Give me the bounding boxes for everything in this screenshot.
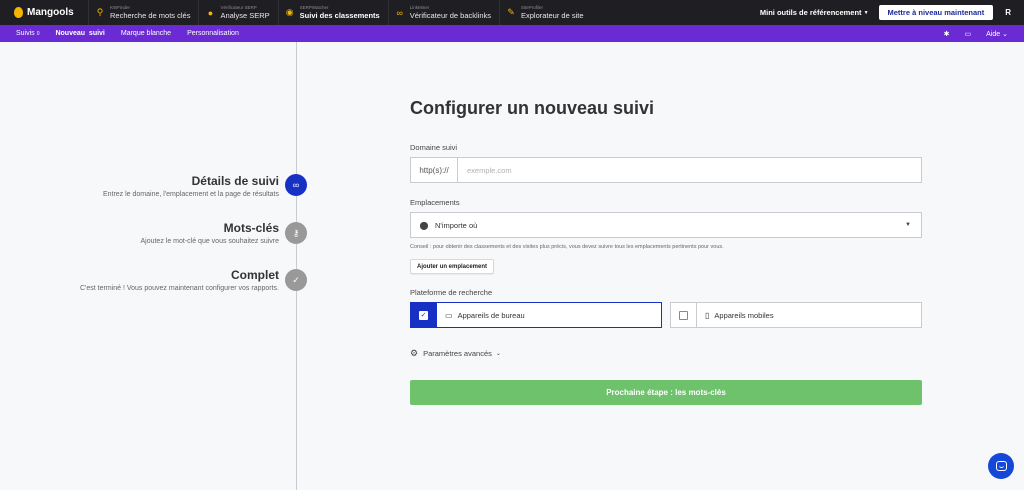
platform-mobile-option[interactable]: ▯ Appareils mobiles	[670, 302, 922, 328]
help-menu[interactable]: Aide ⌄	[986, 30, 1008, 38]
app-kwfinder[interactable]: ⚲ KWFinder Recherche de mots clés	[88, 0, 198, 25]
tracks-count-badge: 0	[36, 30, 40, 37]
mangools-logo-icon	[14, 7, 23, 18]
desktop-label: Appareils de bureau	[457, 310, 525, 320]
advanced-settings-label: Paramètres avancés	[423, 349, 492, 358]
nav-white-label[interactable]: Marque blanche	[113, 30, 179, 37]
step-description: Ajoutez le mot-clé que vous souhaitez su…	[140, 238, 279, 245]
gear-icon: ⚙	[410, 348, 419, 358]
step-title: Complet	[231, 268, 279, 282]
step-complete: Complet C'est terminé ! Vous pouvez main…	[80, 268, 279, 292]
step-tracking-details: Détails de suivi Entrez le domaine, l'em…	[103, 174, 279, 198]
step-key-icon: ⚷	[285, 222, 307, 244]
link-icon: ∞	[396, 7, 403, 18]
step-keywords: Mots-clés Ajoutez le mot-clé que vous so…	[140, 221, 279, 245]
app-name: Recherche de mots clés	[110, 10, 191, 20]
domain-label: Domaine suivi	[410, 143, 458, 152]
app-sub: SiteProfiler	[521, 5, 544, 10]
platform-label: Plateforme de recherche	[410, 288, 493, 297]
step-link-icon: ∞	[285, 174, 307, 196]
step-check-icon: ✓	[285, 269, 307, 291]
mobile-label: Appareils mobiles	[714, 310, 774, 320]
brand-name: Mangools	[27, 7, 74, 18]
chevron-down-icon: ⌄	[1002, 30, 1008, 38]
domain-field: http(s)://	[410, 157, 922, 183]
app-name: Explorateur de site	[521, 10, 584, 20]
app-linkminer[interactable]: ∞ LinkMiner Vérificateur de backlinks	[387, 0, 499, 25]
app-sub: LinkMiner	[409, 5, 430, 10]
advanced-settings-toggle[interactable]: ⚙ Paramètres avancés ⌄	[410, 348, 501, 359]
location-value: N'importe où	[435, 220, 478, 230]
app-serpwatcher[interactable]: ◉ SERPWatcher Suivi des classements	[277, 0, 388, 25]
app-siteprofiler[interactable]: ✎ SiteProfiler Explorateur de site	[499, 0, 592, 25]
upgrade-button[interactable]: Mettre à niveau maintenant	[878, 5, 994, 20]
locations-label: Emplacements	[410, 198, 460, 207]
mobile-phone-icon: ▯	[705, 310, 710, 320]
app-name: Suivi des classements	[299, 10, 380, 20]
desktop-checkbox[interactable]: ✓	[419, 310, 428, 320]
chat-icon	[995, 461, 1007, 471]
location-pin-icon: ⬤	[419, 220, 429, 230]
app-name: Vérificateur de backlinks	[409, 10, 491, 20]
app-sub: SERPWatcher	[299, 5, 329, 10]
app-serpchecker[interactable]: ● Vérificateur SERP Analyse SERP	[198, 0, 277, 25]
chevron-down-icon: ▼	[863, 9, 869, 16]
avatar[interactable]: R	[1005, 8, 1011, 17]
platform-desktop-option[interactable]: ✓ ▭ Appareils de bureau	[410, 302, 662, 328]
mangools-logo[interactable]: Mangools	[0, 0, 88, 25]
settings-icon[interactable]: ✱	[944, 30, 950, 38]
new-tracking-form: Configurer un nouveau suivi	[410, 98, 922, 119]
app-sub: KWFinder	[110, 5, 131, 10]
mini-tools-menu[interactable]: Mini outils de référencement ▼	[760, 8, 869, 17]
mobile-checkbox-cell	[671, 303, 697, 327]
domain-protocol-prefix: http(s)://	[411, 158, 458, 182]
desktop-checkbox-cell: ✓	[411, 303, 437, 327]
step-description: C'est terminé ! Vous pouvez maintenant c…	[80, 285, 279, 292]
mini-tools-label: Mini outils de référencement	[759, 8, 862, 17]
page-title: Configurer un nouveau suivi	[410, 98, 655, 118]
chevron-down-icon: ⌄	[495, 351, 501, 357]
nav-tracks-label: Suivis	[16, 30, 35, 37]
nav-customization[interactable]: Personnalisation	[179, 30, 247, 37]
step-title: Détails de suivi	[191, 174, 279, 188]
next-step-button[interactable]: Prochaine étape : les mots-clés	[410, 380, 922, 405]
location-select[interactable]: ⬤ N'importe où ▼	[410, 212, 922, 238]
nav-new-track[interactable]: Nouveau suivi	[47, 30, 112, 37]
locations-hint: Conseil : pour obtenir des classements e…	[410, 244, 724, 250]
add-location-button[interactable]: Ajouter un emplacement	[410, 259, 495, 274]
app-name: Analyse SERP	[220, 10, 270, 20]
app-switcher: ⚲ KWFinder Recherche de mots clés ● Vérif…	[88, 0, 592, 25]
help-label: Aide	[986, 30, 1001, 38]
caret-down-icon: ▼	[905, 222, 911, 228]
serpwatcher-icon: ◉	[285, 7, 294, 17]
serp-pin-icon: ●	[207, 7, 214, 18]
step-description: Entrez le domaine, l'emplacement et la p…	[102, 191, 279, 198]
kwfinder-icon: ⚲	[96, 7, 104, 17]
sub-navigation: Suivis 0 Nouveau suivi Marque blanche Per…	[0, 25, 1024, 42]
siteprofiler-icon: ✎	[507, 7, 515, 17]
support-chat-button[interactable]	[988, 453, 1014, 479]
mobile-checkbox[interactable]	[679, 310, 688, 320]
steps-divider	[296, 42, 297, 490]
step-title: Mots-clés	[223, 221, 279, 235]
laptop-icon: ▭	[445, 310, 453, 320]
nav-tracks[interactable]: Suivis 0	[0, 30, 47, 37]
top-bar: Mangools ⚲ KWFinder Recherche de mots clé…	[0, 0, 1024, 25]
domain-input[interactable]	[458, 158, 921, 182]
keyboard-icon[interactable]: ▭	[965, 30, 972, 38]
app-sub: Vérificateur SERP	[220, 5, 257, 10]
